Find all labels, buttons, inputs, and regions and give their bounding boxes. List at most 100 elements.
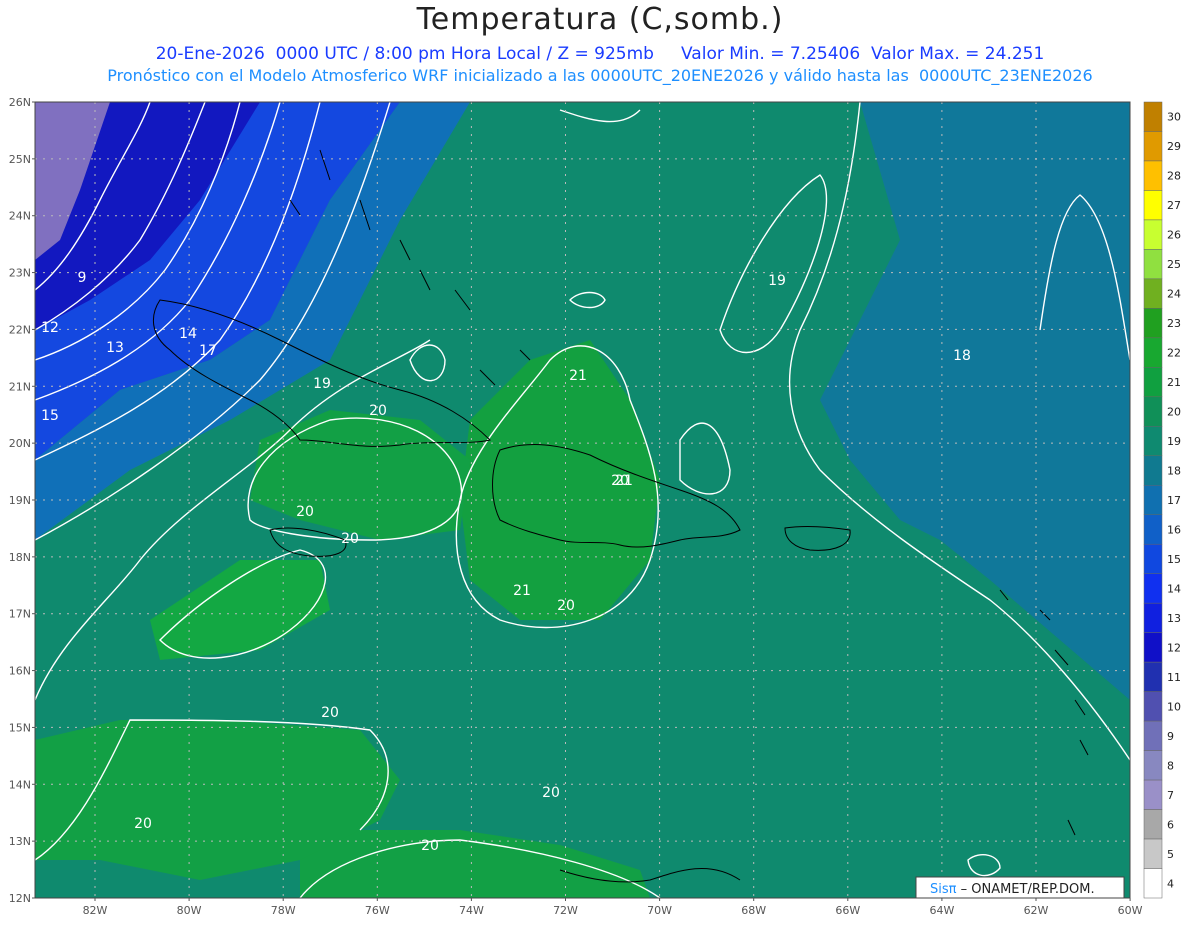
colorbar-swatch [1143, 514, 1163, 545]
contour-label: 18 [953, 348, 971, 364]
contour-label: 17 [199, 343, 217, 359]
lat-tick-label: 23N [9, 267, 31, 280]
contour-label: 20 [611, 473, 629, 489]
colorbar-swatch [1143, 750, 1163, 781]
colorbar-label: 21 [1167, 376, 1181, 389]
contour-label: 20 [557, 598, 575, 614]
contour-label: 19 [313, 376, 331, 392]
contour-label: 20 [421, 838, 439, 854]
lon-tick-label: 76W [365, 904, 390, 917]
colorbar: 30 29 28 27 26 25 24 23 22 21 20 19 18 17 16 15 14 13 12 11… [1143, 101, 1181, 899]
contour-label: 20 [321, 705, 339, 721]
colorbar-label: 17 [1167, 494, 1181, 507]
colorbar-swatch [1143, 632, 1163, 663]
colorbar-label: 10 [1167, 700, 1181, 713]
colorbar-label: 15 [1167, 553, 1181, 566]
lat-axis: 26N 25N 24N 23N 22N 21N 20N 19N 18N 17N 16N 15N 14N 1… [9, 96, 35, 905]
lat-tick-label: 13N [9, 835, 31, 848]
colorbar-swatch [1143, 131, 1163, 162]
contour-label: 19 [768, 273, 786, 289]
colorbar-label: 9 [1167, 730, 1174, 743]
contour-label: 15 [41, 408, 59, 424]
lat-tick-label: 12N [9, 892, 31, 905]
lon-tick-label: 74W [459, 904, 484, 917]
colorbar-label: 6 [1167, 818, 1174, 831]
colorbar-swatch [1143, 190, 1163, 221]
contour-label: 20 [341, 531, 359, 547]
lon-tick-label: 60W [1118, 904, 1143, 917]
colorbar-label: 14 [1167, 582, 1181, 595]
lon-tick-label: 78W [271, 904, 296, 917]
lat-tick-label: 14N [9, 778, 31, 791]
colorbar-swatch [1143, 308, 1163, 339]
colorbar-label: 7 [1167, 789, 1174, 802]
colorbar-label: 18 [1167, 465, 1181, 478]
colorbar-swatch [1143, 485, 1163, 515]
colorbar-swatch [1143, 868, 1163, 899]
colorbar-swatch [1143, 573, 1163, 604]
colorbar-label: 26 [1167, 229, 1181, 242]
colorbar-swatch [1143, 838, 1163, 869]
lat-tick-label: 20N [9, 437, 31, 450]
lat-tick-label: 19N [9, 494, 31, 507]
colorbar-swatch [1143, 337, 1163, 368]
colorbar-label: 13 [1167, 612, 1181, 625]
lon-tick-label: 66W [835, 904, 860, 917]
colorbar-swatch [1143, 367, 1163, 398]
colorbar-swatch [1143, 602, 1163, 633]
contour-label: 21 [513, 583, 531, 599]
colorbar-label: 5 [1167, 848, 1174, 861]
colorbar-swatch [1143, 160, 1163, 191]
colorbar-swatch [1143, 691, 1163, 722]
contour-label: 9 [78, 270, 87, 286]
lat-tick-label: 17N [9, 608, 31, 621]
lon-axis: 82W 80W 78W 76W 74W 72W 70W 68W 66W 64W 62W 60W [83, 898, 1143, 917]
contour-label: 20 [296, 504, 314, 520]
lat-tick-label: 22N [9, 323, 31, 336]
colorbar-swatch [1143, 278, 1163, 309]
lat-tick-label: 21N [9, 380, 31, 393]
colorbar-label: 19 [1167, 435, 1181, 448]
credit-sis: Sisπ [930, 882, 957, 897]
colorbar-swatch [1143, 396, 1163, 427]
lon-tick-label: 72W [553, 904, 578, 917]
colorbar-swatch [1143, 249, 1163, 280]
contour-label: 20 [542, 785, 560, 801]
colorbar-label: 11 [1167, 671, 1181, 684]
colorbar-swatch [1143, 101, 1163, 132]
colorbar-label: 4 [1167, 877, 1174, 890]
lon-tick-label: 82W [83, 904, 108, 917]
colorbar-swatch [1143, 455, 1163, 486]
colorbar-label: 28 [1167, 170, 1181, 183]
contour-label: 12 [41, 320, 59, 336]
colorbar-swatch [1143, 543, 1163, 574]
lat-tick-label: 26N [9, 96, 31, 109]
lat-tick-label: 15N [9, 721, 31, 734]
colorbar-label: 23 [1167, 317, 1181, 330]
colorbar-label: 8 [1167, 759, 1174, 772]
colorbar-label: 16 [1167, 523, 1181, 536]
lat-tick-label: 24N [9, 210, 31, 223]
temperature-map: 26N 25N 24N 23N 22N 21N 20N 19N 18N 17N 16N 15N 14N 1… [9, 96, 1181, 917]
lon-tick-label: 70W [647, 904, 672, 917]
colorbar-swatch [1143, 779, 1163, 810]
lat-tick-label: 25N [9, 153, 31, 166]
colorbar-label: 27 [1167, 199, 1181, 212]
credit-org: – ONAMET/REP.DOM. [956, 882, 1094, 897]
colorbar-label: 24 [1167, 288, 1181, 301]
colorbar-label: 20 [1167, 406, 1181, 419]
svg-text:Sisπ – ONAMET/REP.DOM.: Sisπ – ONAMET/REP.DOM. [930, 882, 1095, 897]
colorbar-swatch [1143, 720, 1163, 751]
credit-box: Sisπ – ONAMET/REP.DOM. [915, 876, 1125, 899]
colorbar-swatch [1143, 809, 1163, 840]
lat-tick-label: 18N [9, 551, 31, 564]
colorbar-label: 22 [1167, 347, 1181, 360]
lon-tick-label: 64W [929, 904, 954, 917]
contour-label: 20 [369, 403, 387, 419]
contour-label: 14 [179, 326, 197, 342]
contour-label: 13 [106, 340, 124, 356]
contour-label: 20 [134, 816, 152, 832]
lon-tick-label: 80W [177, 904, 202, 917]
colorbar-label: 25 [1167, 258, 1181, 271]
lon-tick-label: 68W [741, 904, 766, 917]
